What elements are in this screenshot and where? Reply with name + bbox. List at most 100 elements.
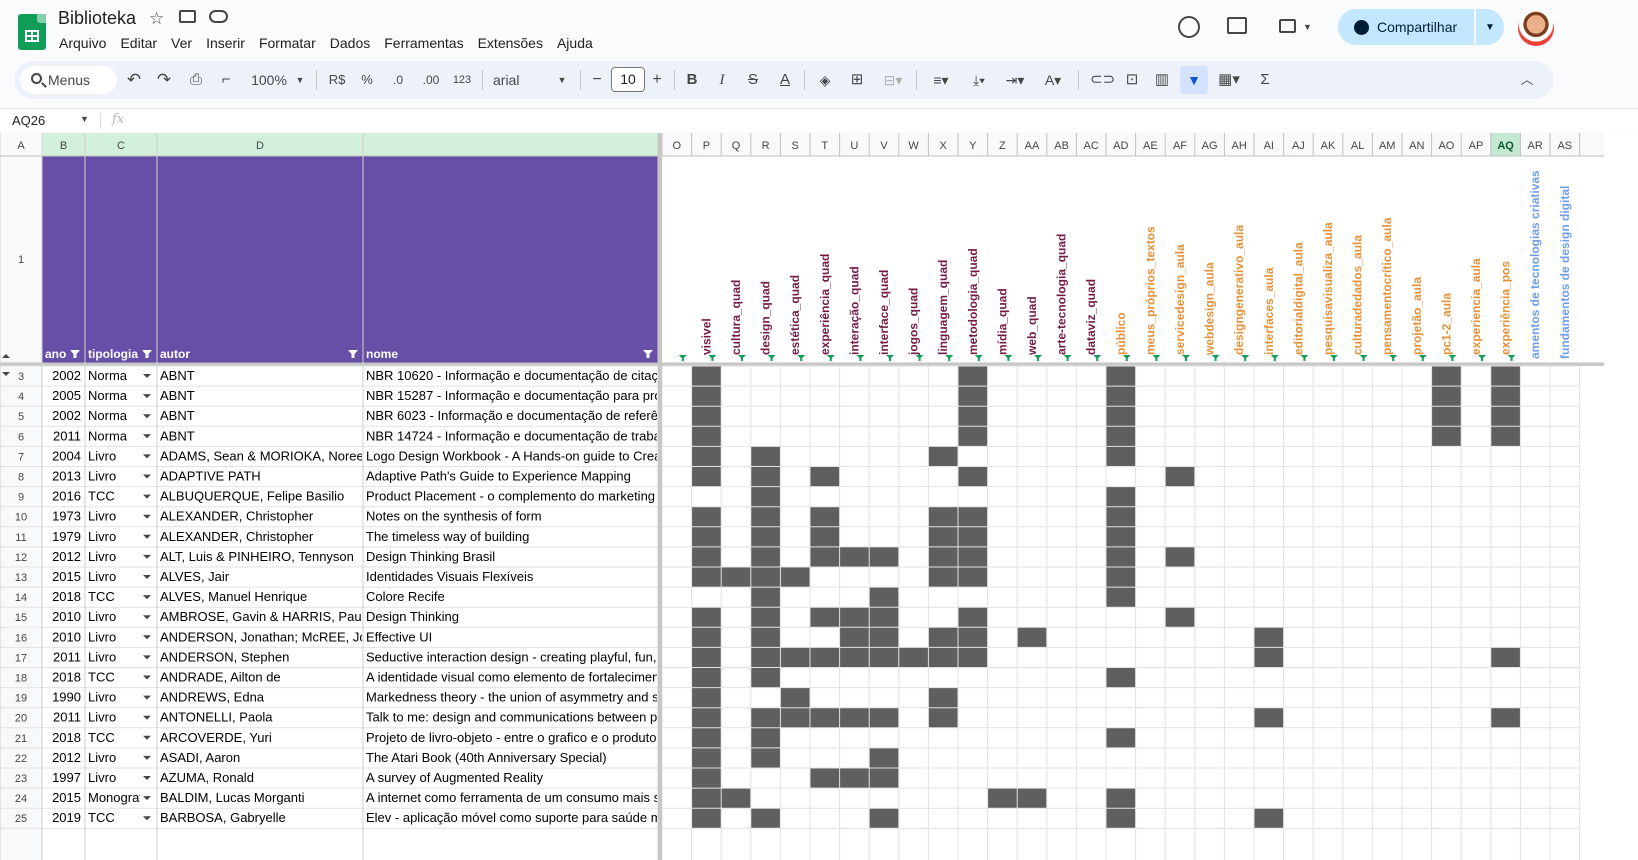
header-cell-label[interactable]: autor xyxy=(160,347,190,361)
header-cell-label[interactable]: servicedesign_aula xyxy=(1173,244,1187,355)
increase-decimal-button[interactable]: .00 xyxy=(418,70,444,90)
dropdown-chevron-icon[interactable] xyxy=(143,776,151,780)
flag-cell-filled[interactable] xyxy=(750,466,781,487)
print-icon[interactable]: ⎙ xyxy=(186,70,206,90)
cell-ano[interactable]: 1973 xyxy=(52,509,81,524)
column-header[interactable]: AE xyxy=(1143,140,1158,152)
filter-icon[interactable] xyxy=(1389,355,1398,361)
flag-cell-filled[interactable] xyxy=(1431,366,1462,387)
flag-cell-filled[interactable] xyxy=(780,567,810,588)
cell-autor[interactable]: ANDERSON, Stephen xyxy=(160,649,289,664)
row-header[interactable]: 4 xyxy=(18,391,24,403)
user-avatar[interactable] xyxy=(1518,10,1554,46)
cell-tipologia[interactable]: Livro xyxy=(88,529,116,544)
header-cell-label[interactable]: cultura_quad xyxy=(729,280,743,355)
menu-ferramentas[interactable]: Ferramentas xyxy=(377,33,470,53)
row-header[interactable]: 20 xyxy=(15,713,27,725)
cell-tipologia[interactable]: TCC xyxy=(88,730,115,745)
cell-autor[interactable]: ALT, Luis & PINHEIRO, Tennyson xyxy=(160,549,354,564)
flag-cell-filled[interactable] xyxy=(1490,707,1521,728)
version-history-icon[interactable] xyxy=(1178,16,1200,38)
header-cell-label[interactable]: ano xyxy=(45,347,66,361)
filter-icon[interactable] xyxy=(1359,355,1368,361)
cell-tipologia[interactable]: Norma xyxy=(88,408,128,423)
flag-cell-filled[interactable] xyxy=(721,567,751,588)
flag-cell-filled[interactable] xyxy=(1017,788,1047,809)
flag-cell-filled[interactable] xyxy=(1490,647,1521,668)
filter-icon[interactable] xyxy=(1093,355,1102,361)
filter-icon[interactable] xyxy=(1034,355,1042,361)
menu-arquivo[interactable]: Arquivo xyxy=(52,33,113,53)
flag-cell-filled[interactable] xyxy=(810,707,840,728)
flag-cell-filled[interactable] xyxy=(1490,426,1521,447)
flag-cell-filled[interactable] xyxy=(1106,727,1136,748)
flag-cell-filled[interactable] xyxy=(869,747,899,768)
cell-ano[interactable]: 2011 xyxy=(53,428,81,443)
filter-icon[interactable] xyxy=(1300,355,1309,361)
percent-format-button[interactable]: % xyxy=(358,70,376,90)
flag-cell-filled[interactable] xyxy=(869,627,899,648)
paint-format-icon[interactable]: ⌐ xyxy=(216,70,236,90)
cell-autor[interactable]: ABNT xyxy=(160,368,195,383)
row-header[interactable]: 3 xyxy=(18,371,24,383)
filter-icon[interactable] xyxy=(678,355,687,361)
column-header[interactable]: Q xyxy=(732,140,741,152)
flag-cell-filled[interactable] xyxy=(691,627,722,648)
flag-cell-filled[interactable] xyxy=(1017,627,1047,648)
flag-cell-filled[interactable] xyxy=(691,546,722,567)
header-cell-label[interactable]: designgenerativo_aula xyxy=(1232,225,1246,355)
flag-cell-filled[interactable] xyxy=(691,768,722,789)
column-header[interactable]: D xyxy=(256,140,264,152)
cell-nome[interactable]: Logo Design Workbook - A Hands-on guide … xyxy=(366,448,722,463)
flag-cell-filled[interactable] xyxy=(839,707,870,728)
dropdown-chevron-icon[interactable] xyxy=(143,434,151,439)
cell-tipologia[interactable]: Livro xyxy=(88,609,116,624)
cell-nome[interactable]: NBR 6023 - Informação e documentação de … xyxy=(366,408,689,423)
filter-icon[interactable]: ▼ xyxy=(1184,70,1204,90)
cell-nome[interactable]: Elev - aplicação móvel como suporte para… xyxy=(366,810,690,825)
filter-icon[interactable] xyxy=(1241,355,1250,361)
flag-cell-filled[interactable] xyxy=(1106,426,1136,447)
flag-cell-filled[interactable] xyxy=(928,567,958,588)
header-cell-label[interactable]: webdesign_aula xyxy=(1203,262,1217,356)
column-header[interactable]: AB xyxy=(1054,140,1069,152)
share-button[interactable]: Compartilhar xyxy=(1338,9,1474,45)
row-header[interactable]: 1 xyxy=(18,254,24,266)
cell-tipologia[interactable]: Livro xyxy=(88,549,116,564)
cell-nome[interactable]: A identidade visual como elemento de for… xyxy=(366,670,670,685)
strikethrough-icon[interactable]: S xyxy=(744,70,762,90)
flag-cell-filled[interactable] xyxy=(810,647,840,668)
flag-cell-filled[interactable] xyxy=(839,647,870,668)
flag-cell-filled[interactable] xyxy=(1165,546,1195,567)
filter-icon[interactable] xyxy=(1182,355,1190,361)
flag-cell-filled[interactable] xyxy=(1106,446,1136,467)
flag-cell-filled[interactable] xyxy=(810,768,840,789)
cell-nome[interactable]: Notes on the synthesis of form xyxy=(366,509,542,524)
header-cell-label[interactable]: interface_quad xyxy=(877,270,891,355)
flag-cell-filled[interactable] xyxy=(1106,587,1136,608)
row-header[interactable]: 24 xyxy=(15,793,27,805)
filter-icon[interactable] xyxy=(856,355,865,361)
flag-cell-filled[interactable] xyxy=(928,627,958,648)
flag-cell-filled[interactable] xyxy=(750,567,781,588)
flag-cell-filled[interactable] xyxy=(1106,546,1136,567)
font-chevron-down-icon[interactable]: ▼ xyxy=(556,70,568,90)
cell-autor[interactable]: BARBOSA, Gabryelle xyxy=(160,810,286,825)
menu-ver[interactable]: Ver xyxy=(164,33,199,53)
flag-cell-filled[interactable] xyxy=(958,386,988,407)
row-header[interactable]: 5 xyxy=(18,411,24,423)
cell-nome[interactable]: Design Thinking xyxy=(366,609,459,624)
flag-cell-filled[interactable] xyxy=(869,647,899,668)
filter-icon[interactable] xyxy=(797,355,806,361)
cell-autor[interactable]: ANDRADE, Ailton de xyxy=(160,670,281,685)
flag-cell-filled[interactable] xyxy=(1106,526,1136,547)
flag-cell-filled[interactable] xyxy=(928,526,958,547)
flag-cell-filled[interactable] xyxy=(691,446,722,467)
header-cell-label[interactable]: arte-tecnologia_quad xyxy=(1055,234,1069,355)
header-cell-label[interactable]: dataviz_quad xyxy=(1084,279,1098,355)
flag-cell-filled[interactable] xyxy=(750,546,781,567)
flag-cell-filled[interactable] xyxy=(750,707,781,728)
decrease-font-size-icon[interactable]: − xyxy=(590,70,604,90)
dropdown-chevron-icon[interactable] xyxy=(143,655,151,660)
cell-tipologia[interactable]: Livro xyxy=(88,710,116,725)
